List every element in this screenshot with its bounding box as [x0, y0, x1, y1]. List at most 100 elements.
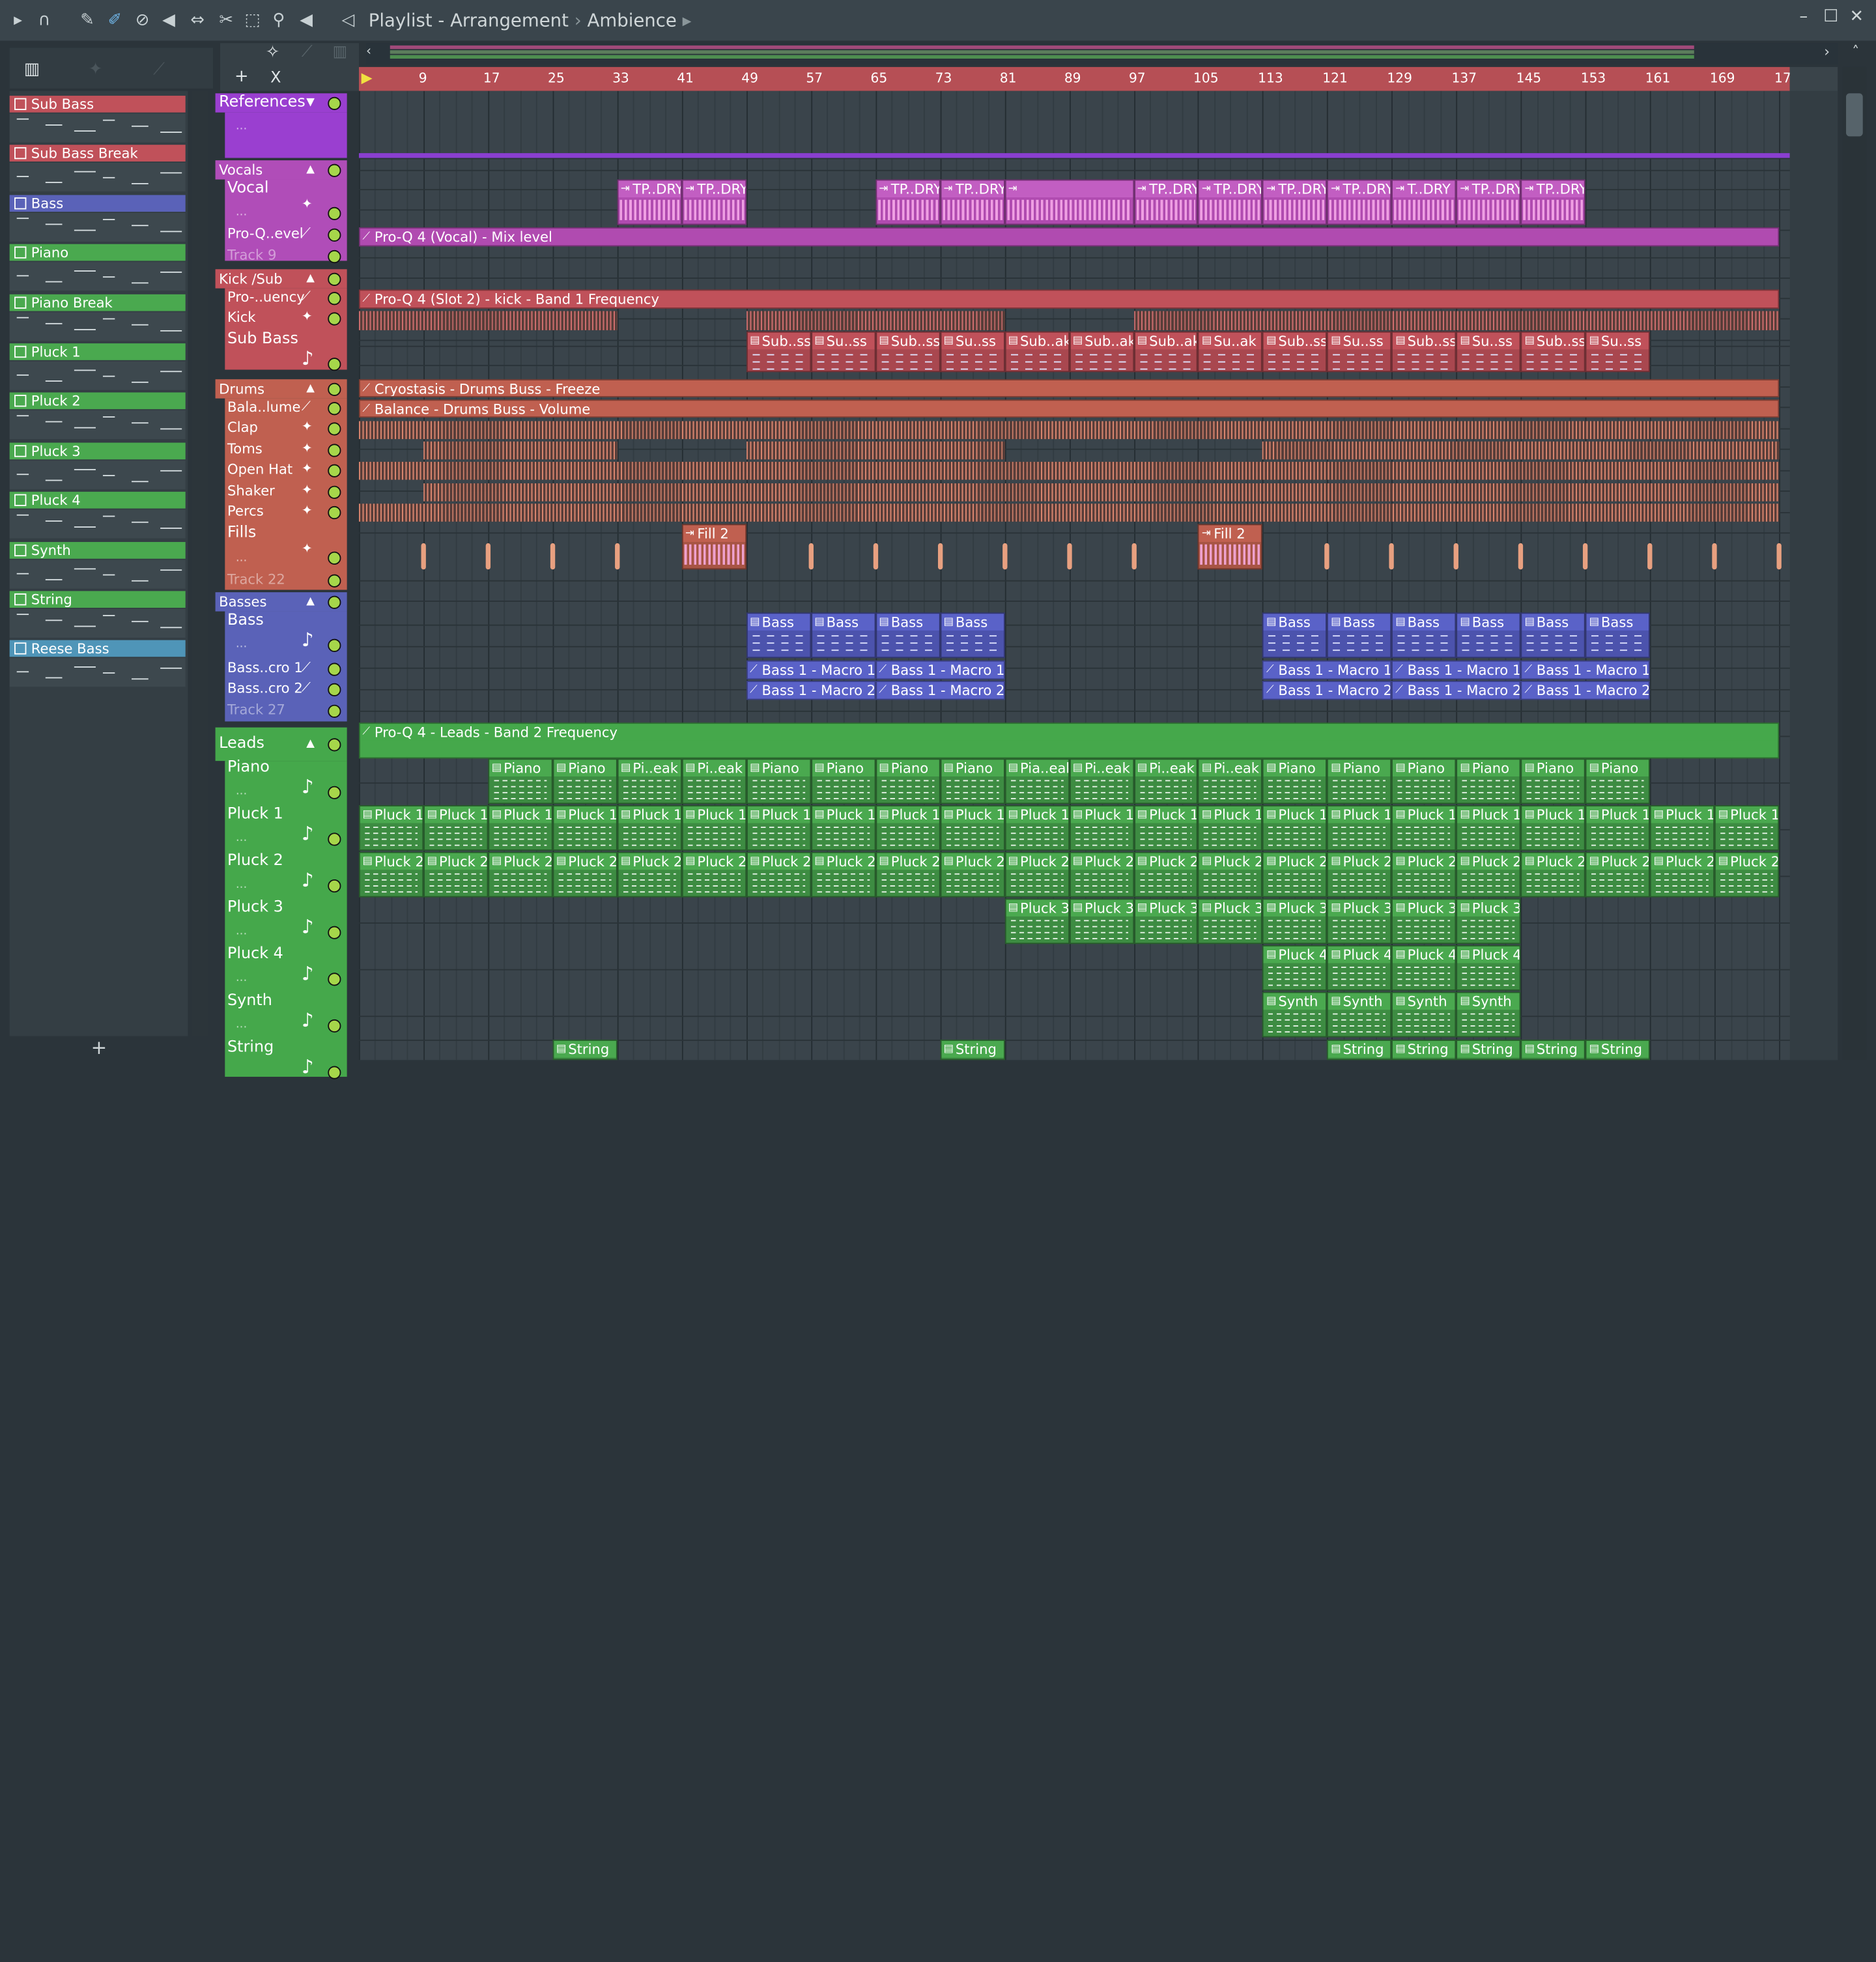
playlist-clip[interactable]: ⇥ TP..DRY: [617, 179, 682, 225]
fill-hit[interactable]: [873, 543, 878, 570]
note-icon[interactable]: ♪: [302, 628, 314, 651]
mute-icon[interactable]: ◀: [158, 10, 179, 31]
picker-item[interactable]: Sub Bass: [9, 95, 187, 145]
track-enable-led[interactable]: [328, 292, 341, 306]
audio-icon[interactable]: ✦: [89, 60, 103, 79]
playlist-clip[interactable]: ▤ Pluck 2: [1262, 851, 1328, 898]
track-enable-led[interactable]: [328, 551, 341, 565]
pattern-strip[interactable]: [359, 421, 1780, 440]
pattern-strip[interactable]: [746, 441, 1005, 460]
playlist-clip[interactable]: ▤ Pluck 2: [681, 851, 746, 898]
playback-icon[interactable]: ◀: [296, 10, 317, 31]
note-icon[interactable]: ♪: [302, 1055, 314, 1078]
playlist-clip[interactable]: ⟋ Pro-Q 4 - Leads - Band 2 Frequency: [359, 722, 1780, 759]
delete-icon[interactable]: ⊘: [132, 10, 153, 31]
playlist-clip[interactable]: ▤ Pi..eak: [1198, 758, 1263, 804]
pattern-strip[interactable]: [359, 311, 618, 330]
playlist-clip[interactable]: ▤ Sub..ak: [1069, 331, 1134, 373]
playlist-clip[interactable]: ▤ Bass: [1585, 612, 1651, 659]
playlist-clip[interactable]: ▤ String: [1520, 1040, 1586, 1060]
audio-track-icon[interactable]: ✦: [302, 309, 313, 324]
playlist-clip[interactable]: ⟋ Cryostasis - Drums Buss - Freeze: [359, 379, 1780, 397]
automation-icon[interactable]: ⟋: [302, 289, 311, 306]
playlist-clip[interactable]: ▤ Pluck 2: [1520, 851, 1586, 898]
playlist-clip[interactable]: ▤ Pluck 2: [1133, 851, 1199, 898]
expand-arrow-icon[interactable]: ▲: [306, 379, 315, 398]
track-name[interactable]: Pluck 1: [227, 805, 283, 823]
track-name[interactable]: Synth: [227, 992, 272, 1010]
play-arrow-icon[interactable]: ▸: [7, 10, 29, 31]
track-enable-led[interactable]: [328, 228, 341, 242]
playlist-clip[interactable]: ⟋ Bass 1 - Macro 2: [1262, 681, 1392, 700]
close-icon[interactable]: ✕: [1850, 7, 1864, 26]
track-enable-led[interactable]: [328, 574, 341, 588]
minimize-icon[interactable]: –: [1799, 7, 1808, 26]
playlist-clip[interactable]: ⟋ Pro-Q 4 (Slot 2) - kick - Band 1 Freque…: [359, 289, 1780, 309]
fill-hit[interactable]: [1583, 543, 1588, 570]
playlist-clip[interactable]: ⇥ Fill 2: [681, 524, 746, 570]
playlist-clip[interactable]: ▤ Sub..ak: [1004, 331, 1070, 373]
picker-item[interactable]: Piano: [9, 244, 187, 293]
track-name[interactable]: Pluck 2: [227, 852, 283, 870]
playlist-clip[interactable]: ⟋ Bass 1 - Macro 2: [1520, 681, 1651, 700]
track-enable-led[interactable]: [328, 312, 341, 326]
track-group-title[interactable]: References ▼: [215, 93, 347, 113]
fill-hit[interactable]: [1712, 543, 1717, 570]
track-enable-led[interactable]: [328, 832, 341, 846]
vertical-scroll-thumb[interactable]: [1846, 93, 1863, 137]
pattern-strip[interactable]: [746, 311, 1005, 330]
playlist-clip[interactable]: ▤ Pluck 1: [681, 805, 746, 851]
playlist-clip[interactable]: ▤ Bass: [1520, 612, 1586, 659]
track-name[interactable]: String: [227, 1038, 274, 1057]
picker-item[interactable]: Bass: [9, 195, 187, 244]
playlist-clip[interactable]: ▤ Pluck 1: [1327, 805, 1392, 851]
playlist-clip[interactable]: ▤ Pluck 1: [1198, 805, 1263, 851]
track-name[interactable]: Vocal: [227, 180, 269, 198]
playlist-clip[interactable]: ▤ String: [1585, 1040, 1651, 1060]
scroll-left-icon[interactable]: ‹: [366, 43, 378, 64]
track-enable-led[interactable]: [328, 249, 341, 264]
track-enable-led[interactable]: [328, 683, 341, 696]
group-enable-led[interactable]: [328, 382, 341, 396]
track-name[interactable]: Piano: [227, 758, 270, 776]
playlist-clip[interactable]: ▤ Piano: [1391, 758, 1457, 804]
playlist-clip[interactable]: ▤ Pluck 4: [1456, 945, 1521, 991]
track-group-title[interactable]: Leads ▲: [215, 727, 347, 761]
playlist-clip[interactable]: ▤ Piano: [875, 758, 940, 804]
automation-icon[interactable]: ⟋: [302, 225, 311, 242]
playlist-clip[interactable]: ▤ Pluck 2: [1714, 851, 1780, 898]
playlist-clip[interactable]: ▤ Sub..ss: [1520, 331, 1586, 373]
track-name[interactable]: Fills: [227, 524, 256, 542]
picker-item[interactable]: Reese Bass: [9, 640, 187, 689]
playlist-clip[interactable]: ⟋ Bass 1 - Macro 2: [746, 681, 875, 700]
note-icon[interactable]: ♪: [302, 868, 314, 891]
playlist-clip[interactable]: ▤ Pluck 1: [1714, 805, 1780, 851]
speaker-icon[interactable]: ◁: [337, 10, 359, 31]
automation-tool-icon[interactable]: ⟋: [302, 43, 313, 61]
playlist-clip[interactable]: ▤ Piano: [1456, 758, 1521, 804]
playlist-clip[interactable]: ▤ Pluck 4: [1391, 945, 1457, 991]
playlist-clip[interactable]: ▤ Pluck 3: [1004, 898, 1070, 945]
expand-arrow-icon[interactable]: ▲: [306, 160, 315, 179]
playlist-clip[interactable]: ▤ Pluck 2: [1456, 851, 1521, 898]
playlist-clip[interactable]: ▤ Pluck 1: [810, 805, 875, 851]
track-enable-led[interactable]: [328, 444, 341, 457]
note-icon[interactable]: ♪: [302, 775, 314, 798]
playlist-clip[interactable]: ▤ Pluck 1: [875, 805, 940, 851]
playlist-clip[interactable]: ⇥ TP..DRY: [1327, 179, 1392, 225]
scroll-up-icon[interactable]: ˄: [1845, 43, 1866, 64]
audio-track-icon[interactable]: ✦: [302, 541, 313, 556]
note-icon[interactable]: ♪: [302, 1008, 314, 1031]
playlist-clip[interactable]: ⇥ TP..DRY: [1262, 179, 1328, 225]
playlist-clip[interactable]: ▤ Piano: [1262, 758, 1328, 804]
playlist-clip[interactable]: ⟋ Bass 1 - Macro 2: [1391, 681, 1521, 700]
track-group-title[interactable]: Vocals ▲: [215, 160, 347, 180]
pattern-strip[interactable]: [423, 483, 1780, 502]
track-group-title[interactable]: Basses ▲: [215, 592, 347, 612]
piano-icon[interactable]: ▥: [24, 60, 40, 79]
fill-hit[interactable]: [485, 543, 490, 570]
slice-icon[interactable]: ✂: [216, 10, 237, 31]
playlist-clip[interactable]: ▤ Su..ss: [1327, 331, 1392, 373]
pattern-tool-icon[interactable]: ▥: [333, 43, 348, 61]
playlist-clip[interactable]: ▤ Sub..ss: [875, 331, 940, 373]
